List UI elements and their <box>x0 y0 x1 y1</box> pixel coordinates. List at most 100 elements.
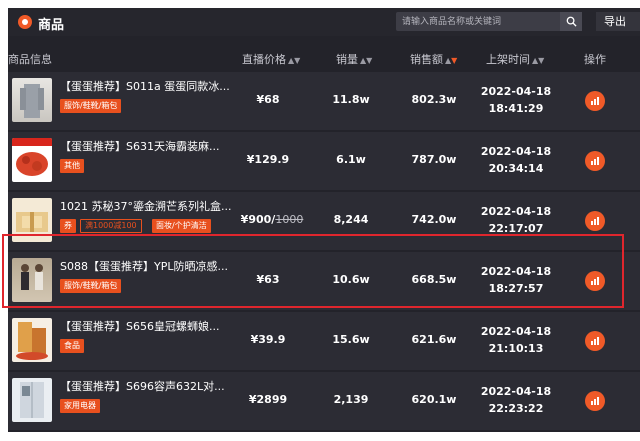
column-header-time[interactable]: 上架时间 ▲▼ <box>486 51 544 67</box>
sales-cell: 15.6w <box>332 333 370 346</box>
bar-chart-icon <box>591 217 599 225</box>
category-tag: 食品 <box>60 339 84 353</box>
table-row[interactable]: 【蛋蛋推荐】S011a 蛋蛋同款冰... 服饰/鞋靴/箱包 ¥68 11.8w … <box>8 72 640 130</box>
fridge-thumbnail-image <box>20 382 44 418</box>
table-row[interactable]: 【蛋蛋推荐】S631天海霸装麻... 其他 ¥129.9 6.1w 787.0w… <box>8 132 640 190</box>
price-cell: ¥68 <box>256 93 280 106</box>
column-header-info: 商品信息 <box>8 53 52 66</box>
table-row[interactable]: 【蛋蛋推荐】S656皇冠螺蛳娘... 食品 ¥39.9 15.6w 621.6w… <box>8 312 640 370</box>
noodle-thumbnail-image <box>16 322 48 360</box>
price-cell: ¥129.9 <box>246 153 290 166</box>
sort-icon: ▲▼ <box>360 56 373 65</box>
sort-icon: ▲▼ <box>532 56 545 65</box>
category-tag: 其他 <box>60 159 84 173</box>
product-thumbnail <box>12 198 52 242</box>
listing-date: 2022-04-18 <box>480 205 552 218</box>
apparel-thumbnail-image <box>20 84 44 118</box>
listing-clock: 18:27:57 <box>488 282 544 295</box>
sales-cell: 11.8w <box>332 93 370 106</box>
product-thumbnail <box>12 138 52 182</box>
listing-date: 2022-04-18 <box>480 385 552 398</box>
column-header-sales[interactable]: 销量 ▲▼ <box>336 51 372 67</box>
table-row[interactable]: 【蛋蛋推荐】S696容声632L对... 家用电器 ¥2899 2,139 62… <box>8 372 640 430</box>
search-input[interactable] <box>396 12 566 31</box>
price-cell: ¥39.9 <box>250 333 286 346</box>
amount-cell: 621.6w <box>411 333 457 346</box>
sales-cell: 6.1w <box>336 153 366 166</box>
price-value: ¥900 <box>240 213 272 226</box>
product-panel: 商品 导出 商品信息 直播价格▲▼ 销量▲▼ 销售额▲▼ 上架时间▲▼ 操作 【… <box>8 8 640 432</box>
listing-time: 2022-04-18 18:27:57 <box>466 263 566 297</box>
product-thumbnail <box>12 318 52 362</box>
listing-clock: 20:34:14 <box>488 162 544 175</box>
product-title[interactable]: S088【蛋蛋推荐】YPL防晒凉感... <box>60 258 240 274</box>
bar-chart-icon <box>591 97 599 105</box>
food-thumbnail-image <box>12 138 52 176</box>
sales-cell: 10.6w <box>332 273 370 286</box>
analytics-button[interactable] <box>585 151 605 171</box>
product-title[interactable]: 1021 苏秘37°鎏金溯芒系列礼盒... <box>60 198 240 214</box>
sort-active-icon: ▲▼ <box>445 56 458 65</box>
amount-cell: 787.0w <box>411 153 457 166</box>
product-title[interactable]: 【蛋蛋推荐】S631天海霸装麻... <box>60 138 240 154</box>
category-tag: 家用电器 <box>60 399 100 413</box>
amount-cell: 802.3w <box>411 93 457 106</box>
sales-cell: 8,244 <box>333 213 369 226</box>
product-thumbnail <box>12 258 52 302</box>
product-thumbnail <box>12 378 52 422</box>
listing-time: 2022-04-18 20:34:14 <box>466 143 566 177</box>
column-header-amount-label: 销售额 <box>410 53 443 66</box>
listing-date: 2022-04-18 <box>480 265 552 278</box>
price-cell: ¥2899 <box>248 393 288 406</box>
analytics-button[interactable] <box>585 271 605 291</box>
product-logo-icon <box>18 15 32 29</box>
table-header: 商品信息 直播价格 ▲▼ 销量 ▲▼ 销售额 ▲▼ 上架时间 ▲▼ 操作 <box>8 46 640 70</box>
product-thumbnail <box>12 78 52 122</box>
listing-time: 2022-04-18 22:17:07 <box>466 203 566 237</box>
bar-chart-icon <box>591 397 599 405</box>
category-tag: 面妆/个护清洁 <box>152 219 211 233</box>
top-bar: 商品 导出 <box>8 8 640 36</box>
listing-clock: 21:10:13 <box>488 342 544 355</box>
column-header-time-label: 上架时间 <box>486 53 530 66</box>
sales-cell: 2,139 <box>333 393 369 406</box>
listing-clock: 18:41:29 <box>488 102 544 115</box>
export-button[interactable]: 导出 <box>596 12 640 31</box>
column-header-sales-label: 销量 <box>336 53 358 66</box>
coupon-tag: 券 <box>60 219 76 233</box>
table-row-highlighted[interactable]: S088【蛋蛋推荐】YPL防晒凉感... 服饰/鞋靴/箱包 ¥63 10.6w … <box>8 252 640 310</box>
price-cell: ¥63 <box>256 273 280 286</box>
table-row[interactable]: 1021 苏秘37°鎏金溯芒系列礼盒... 券 满1000减100 面妆/个护清… <box>8 192 640 250</box>
amount-cell: 668.5w <box>411 273 457 286</box>
search-button[interactable] <box>560 12 582 31</box>
analytics-button[interactable] <box>585 391 605 411</box>
sort-icon: ▲▼ <box>288 56 301 65</box>
page-title: 商品 <box>38 18 65 33</box>
amount-cell: 620.1w <box>411 393 457 406</box>
search-icon <box>566 16 577 27</box>
listing-time: 2022-04-18 21:10:13 <box>466 323 566 357</box>
listing-time: 2022-04-18 18:41:29 <box>466 83 566 117</box>
product-title[interactable]: 【蛋蛋推荐】S696容声632L对... <box>60 378 240 394</box>
listing-date: 2022-04-18 <box>480 85 552 98</box>
analytics-button[interactable] <box>585 211 605 231</box>
bar-chart-icon <box>591 337 599 345</box>
listing-clock: 22:23:22 <box>488 402 544 415</box>
product-title[interactable]: 【蛋蛋推荐】S011a 蛋蛋同款冰... <box>60 78 240 94</box>
listing-date: 2022-04-18 <box>480 325 552 338</box>
original-price: 1000 <box>275 213 304 226</box>
discount-tag: 满1000减100 <box>80 219 142 233</box>
category-tag: 服饰/鞋靴/箱包 <box>60 99 122 113</box>
price-cell: ¥900/1000 <box>240 213 304 226</box>
apparel-models-thumbnail-image <box>21 264 43 290</box>
column-header-amount[interactable]: 销售额 ▲▼ <box>410 51 457 67</box>
amount-cell: 742.0w <box>411 213 457 226</box>
bar-chart-icon <box>591 157 599 165</box>
column-header-price[interactable]: 直播价格 ▲▼ <box>242 51 300 67</box>
listing-time: 2022-04-18 22:23:22 <box>466 383 566 417</box>
column-header-price-label: 直播价格 <box>242 53 286 66</box>
analytics-button[interactable] <box>585 91 605 111</box>
analytics-button[interactable] <box>585 331 605 351</box>
column-header-action: 操作 <box>584 53 606 66</box>
product-title[interactable]: 【蛋蛋推荐】S656皇冠螺蛳娘... <box>60 318 240 334</box>
